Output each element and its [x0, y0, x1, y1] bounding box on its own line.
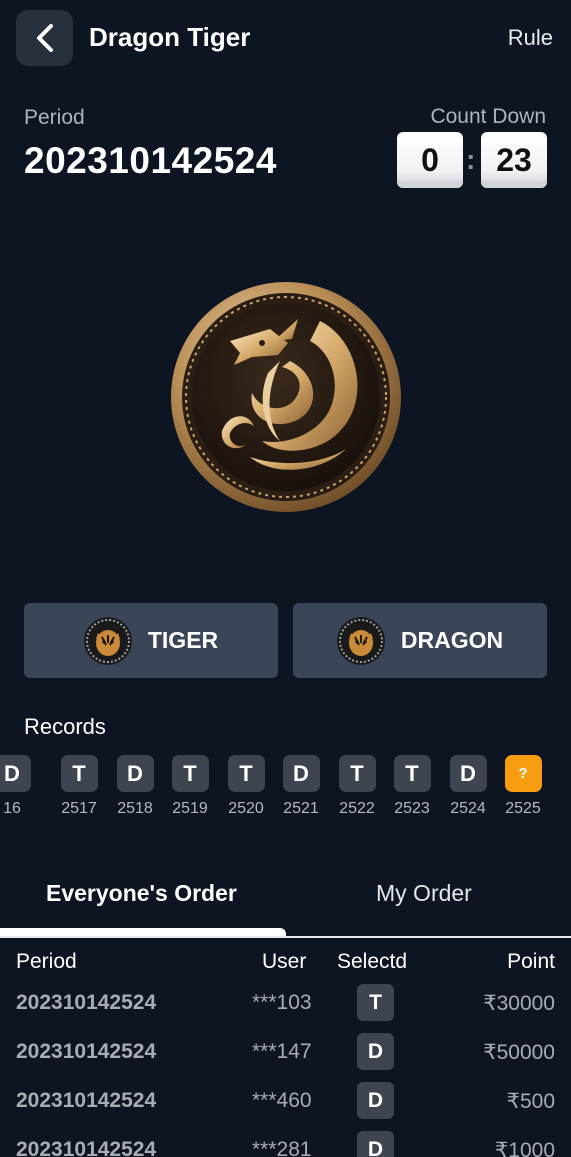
record-result: D	[449, 755, 487, 792]
record-item: T 2519	[162, 755, 218, 818]
row-point: ₹30000	[483, 992, 555, 1015]
records-strip[interactable]: D 16 T 2517 D 2518 T 2519 T 2520 D 2521 …	[0, 755, 571, 825]
record-result: D	[116, 755, 154, 792]
record-result: T	[60, 755, 98, 792]
record-item: T 2517	[51, 755, 107, 818]
record-result: T	[393, 755, 431, 792]
app-header: Dragon Tiger Rule	[0, 0, 571, 76]
column-header-point: Point	[507, 950, 555, 973]
record-period: 2521	[283, 800, 319, 817]
table-row: 202310142524 ***103 T ₹30000	[0, 980, 571, 1028]
tab-everyones-order[interactable]: Everyone's Order	[46, 880, 237, 907]
tiger-bet-label: TIGER	[147, 627, 219, 653]
row-point: ₹500	[506, 1090, 555, 1113]
record-period: 2517	[61, 800, 97, 817]
row-period: 202310142524	[16, 1089, 157, 1112]
orders-table: Period User Selectd Point 202310142524 *…	[0, 938, 571, 1157]
column-header-selected: Selectd	[337, 950, 408, 973]
record-result: T	[338, 755, 376, 792]
rule-link[interactable]: Rule	[508, 25, 553, 51]
back-button[interactable]	[16, 10, 73, 66]
dragon-bet-button[interactable]: DRAGON	[293, 603, 547, 678]
tiger-bet-button[interactable]: TIGER	[24, 603, 278, 678]
row-period: 202310142524	[16, 1040, 157, 1063]
column-header-user: User	[262, 950, 307, 973]
order-tabs: Everyone's Order My Order	[0, 862, 571, 938]
dragon-avatar-icon	[336, 616, 385, 665]
record-period: 2524	[450, 800, 486, 817]
dragon-coin-icon	[171, 282, 401, 512]
record-item: D 2524	[440, 755, 496, 818]
period-label: Period	[24, 106, 85, 129]
row-period: 202310142524	[16, 1138, 157, 1157]
record-result-pending: ?	[504, 755, 542, 792]
countdown-separator: :	[466, 144, 476, 175]
table-row: 202310142524 ***281 D ₹1000	[0, 1127, 571, 1157]
tab-active-indicator	[0, 928, 286, 936]
countdown-seconds: 23	[481, 132, 547, 188]
record-period: 2520	[228, 800, 264, 817]
countdown-label: Count Down	[430, 105, 546, 128]
tiger-avatar-icon	[83, 616, 132, 665]
column-header-period: Period	[16, 950, 77, 973]
record-period: 16	[3, 800, 21, 817]
record-period: 2522	[339, 800, 375, 817]
row-selected: D	[357, 1033, 394, 1070]
row-user: ***147	[252, 1040, 312, 1063]
dragon-bet-label: DRAGON	[400, 627, 504, 653]
records-title: Records	[24, 714, 106, 739]
record-item: D 2518	[107, 755, 163, 818]
row-user: ***281	[252, 1138, 312, 1157]
record-item: D 2521	[273, 755, 329, 818]
row-selected: D	[357, 1082, 394, 1119]
period-value: 202310142524	[24, 140, 277, 181]
record-result: D	[282, 755, 320, 792]
countdown-minutes: 0	[397, 132, 463, 188]
record-item: T 2520	[218, 755, 274, 818]
record-period: 2525	[505, 800, 541, 817]
row-selected: T	[357, 984, 394, 1021]
record-item: D 16	[0, 755, 40, 818]
record-item-pending: ? 2525	[495, 755, 551, 818]
record-period: 2523	[394, 800, 430, 817]
record-result: T	[171, 755, 209, 792]
row-point: ₹50000	[483, 1041, 555, 1064]
row-period: 202310142524	[16, 991, 157, 1014]
table-row: 202310142524 ***460 D ₹500	[0, 1078, 571, 1126]
chevron-left-icon	[36, 24, 53, 52]
record-item: T 2522	[329, 755, 385, 818]
record-period: 2518	[117, 800, 153, 817]
record-item: T 2523	[384, 755, 440, 818]
row-selected: D	[357, 1131, 394, 1157]
row-point: ₹1000	[494, 1139, 555, 1157]
record-period: 2519	[172, 800, 208, 817]
record-result: D	[0, 755, 31, 792]
page-title: Dragon Tiger	[89, 22, 251, 52]
table-row: 202310142524 ***147 D ₹50000	[0, 1029, 571, 1077]
record-result: T	[227, 755, 265, 792]
row-user: ***460	[252, 1089, 312, 1112]
tab-my-order[interactable]: My Order	[376, 880, 472, 907]
row-user: ***103	[252, 991, 312, 1014]
